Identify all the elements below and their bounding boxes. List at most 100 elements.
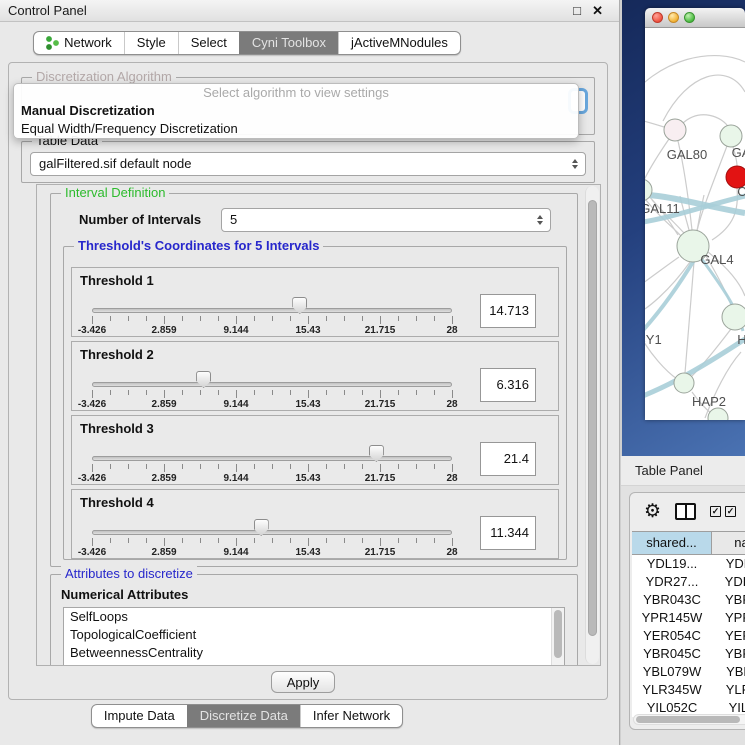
threshold-value-field[interactable]: 11.344 <box>480 516 536 550</box>
vertical-scrollbar-thumb[interactable] <box>588 200 597 636</box>
slider-tick <box>326 390 327 395</box>
threshold-value-field[interactable]: 14.713 <box>480 294 536 328</box>
apply-button[interactable]: Apply <box>271 671 335 693</box>
node-label: GA <box>732 145 745 160</box>
tab-discretize-data[interactable]: Discretize Data <box>187 705 300 727</box>
slider-tick-label: 2.859 <box>151 325 176 336</box>
table-row[interactable]: YPR145WYPR1 <box>632 609 745 627</box>
slider-tick <box>110 464 111 469</box>
settings-scroll-area: Interval Definition Number of Intervals … <box>36 184 601 666</box>
slider-tick <box>254 538 255 543</box>
float-icon[interactable]: □ <box>573 0 581 21</box>
table-row[interactable]: YBL079WYBL0 <box>632 663 745 681</box>
horizontal-scrollbar[interactable] <box>633 714 745 725</box>
network-window-frame[interactable]: GAL80GACGAL11GAL4GCY1HHAP2 <box>622 0 745 456</box>
window-zoom-icon[interactable] <box>684 12 695 23</box>
network-edge[interactable] <box>645 262 690 315</box>
list-scrollbar-thumb[interactable] <box>554 610 562 658</box>
network-edge[interactable] <box>645 139 669 180</box>
table-cell: YBL0 <box>712 663 745 681</box>
table-cell: YDR27... <box>632 573 712 591</box>
threshold-label: Threshold 1 <box>80 273 154 288</box>
network-node[interactable] <box>722 304 745 330</box>
network-edge[interactable] <box>645 56 745 108</box>
network-edge[interactable] <box>645 116 664 127</box>
top-tab-bar: Network StyleSelectCyni ToolboxjActiveMNo… <box>0 31 494 55</box>
network-node[interactable] <box>720 125 742 147</box>
table-row[interactable]: YDR27...YDR2 <box>632 573 745 591</box>
column-header[interactable]: shared... <box>632 532 712 554</box>
table-cell: YPR145W <box>632 609 712 627</box>
node-label: C <box>737 184 745 199</box>
threshold-value-field[interactable]: 6.316 <box>480 368 536 402</box>
slider-tick <box>362 538 363 543</box>
split-view-icon[interactable] <box>675 503 696 520</box>
tab-style[interactable]: Style <box>124 32 178 54</box>
slider-tick <box>110 538 111 543</box>
slider-tick <box>146 316 147 321</box>
node-label: GAL4 <box>700 252 733 267</box>
table-cell: YPR1 <box>712 609 745 627</box>
gear-icon[interactable]: ⚙ <box>644 502 661 521</box>
slider-track[interactable] <box>92 456 452 461</box>
network-node[interactable] <box>708 408 728 420</box>
tab-jactivemnodules[interactable]: jActiveMNodules <box>338 32 460 54</box>
network-edge[interactable] <box>663 75 745 121</box>
network-node[interactable] <box>674 373 694 393</box>
dropdown-option[interactable]: Manual Discretization <box>14 102 578 120</box>
attributes-group-title: Attributes to discretize <box>61 566 197 581</box>
checkbox-checked-icon[interactable]: ✓ <box>710 506 721 517</box>
tab-cyni-toolbox[interactable]: Cyni Toolbox <box>239 32 338 54</box>
attribute-item[interactable]: SelfLoops <box>64 608 564 626</box>
table-row[interactable]: YER054CYER0 <box>632 627 745 645</box>
dropdown-option[interactable]: Equal Width/Frequency Discretization <box>14 120 578 138</box>
threshold-value-field[interactable]: 21.4 <box>480 442 536 476</box>
column-header[interactable]: na <box>712 532 745 554</box>
window-minimize-icon[interactable] <box>668 12 679 23</box>
slider-tick <box>416 464 417 469</box>
network-edge[interactable] <box>712 188 737 240</box>
slider-tick <box>128 538 129 543</box>
attributes-list[interactable]: SelfLoopsTopologicalCoefficientBetweenne… <box>63 607 565 666</box>
checkbox-checked-icon[interactable]: ✓ <box>725 506 736 517</box>
table-row[interactable]: YBR043CYBR0 <box>632 591 745 609</box>
table-container: ⚙ ✓ ✓ shared...naYDL19...YDL1YDR27...YDR… <box>629 492 745 730</box>
network-node[interactable] <box>664 119 686 141</box>
numerical-attributes-label: Numerical Attributes <box>61 587 188 602</box>
slider-track[interactable] <box>92 530 452 535</box>
slider-tick <box>92 538 93 546</box>
horizontal-scrollbar-thumb[interactable] <box>636 716 740 723</box>
slider-track[interactable] <box>92 382 452 387</box>
table-cell: YDR2 <box>712 573 745 591</box>
table-row[interactable]: YDL19...YDL1 <box>632 555 745 573</box>
table-row[interactable]: YBR045CYBR0 <box>632 645 745 663</box>
slider-tick-label: 9.144 <box>223 473 248 484</box>
window-close-icon[interactable] <box>652 12 663 23</box>
network-edge[interactable] <box>697 195 704 231</box>
slider-tick <box>344 316 345 321</box>
attribute-item[interactable]: TopologicalCoefficient <box>64 626 564 644</box>
close-icon[interactable]: ✕ <box>592 0 603 21</box>
tab-infer-network[interactable]: Infer Network <box>300 705 402 727</box>
tab-select[interactable]: Select <box>178 32 239 54</box>
slider-tick <box>344 390 345 395</box>
slider-track[interactable] <box>92 308 452 313</box>
node-label: GCY1 <box>645 332 662 347</box>
network-icon <box>46 36 59 50</box>
tab-network[interactable]: Network <box>34 32 124 54</box>
network-window[interactable]: GAL80GACGAL11GAL4GCY1HHAP2 <box>645 8 745 420</box>
table-data-combo[interactable]: galFiltered.sif default node <box>30 152 586 176</box>
tab-label: Network <box>64 32 112 54</box>
network-edge[interactable] <box>685 262 694 373</box>
chevron-updown-icon <box>535 209 545 231</box>
vertical-scrollbar[interactable] <box>585 186 599 664</box>
slider-tick-label: 21.715 <box>365 547 396 558</box>
table-data-group: Table Data galFiltered.sif default node <box>21 141 595 183</box>
table-row[interactable]: YLR345WYLR3 <box>632 681 745 699</box>
number-of-intervals-combo[interactable]: 5 <box>221 208 551 232</box>
network-edge[interactable] <box>683 115 729 128</box>
attribute-item[interactable]: BetweennessCentrality <box>64 644 564 662</box>
tab-impute-data[interactable]: Impute Data <box>92 705 187 727</box>
list-scrollbar[interactable] <box>551 608 564 666</box>
network-canvas[interactable]: GAL80GACGAL11GAL4GCY1HHAP2 <box>645 28 745 420</box>
